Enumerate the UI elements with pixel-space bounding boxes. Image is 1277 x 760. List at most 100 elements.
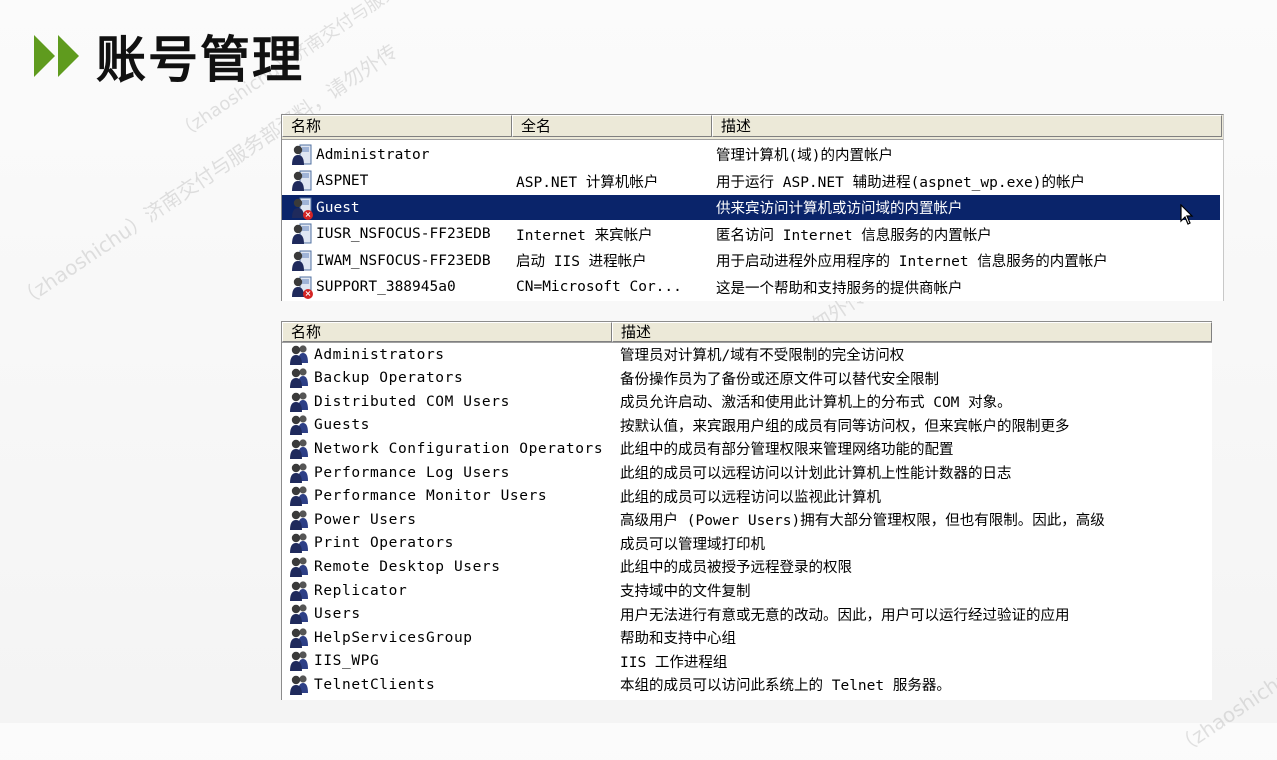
user-name-cell: Administrator bbox=[316, 146, 430, 163]
user-description-cell: 用于运行 ASP.NET 辅助进程(aspnet_wp.exe)的帐户 bbox=[716, 174, 1086, 191]
user-fullname-cell: Internet 来宾帐户 bbox=[516, 227, 653, 244]
group-name-cell: Performance Monitor Users bbox=[314, 488, 548, 505]
user-icon bbox=[290, 170, 312, 192]
group-name-cell: IIS_WPG bbox=[314, 653, 380, 670]
user-disabled-icon: × bbox=[290, 197, 313, 220]
column-header-description[interactable]: 描述 bbox=[612, 322, 1212, 342]
group-list-row[interactable]: IIS_WPG IIS 工作进程组 bbox=[282, 650, 1210, 673]
user-fullname-cell: 启动 IIS 进程帐户 bbox=[516, 254, 647, 270]
user-icon bbox=[290, 250, 312, 272]
group-name-cell: Performance Log Users bbox=[314, 464, 510, 481]
group-list-row[interactable]: HelpServicesGroup 帮助和支持中心组 bbox=[282, 626, 1210, 649]
groups-list-panel[interactable]: 名称 描述 Administrators 管理员对计算机/域有不受限制的完全访问权… bbox=[281, 321, 1212, 700]
user-name-cell: IUSR_NSFOCUS-FF23EDB bbox=[316, 226, 491, 242]
group-name-cell: Remote Desktop Users bbox=[314, 558, 501, 575]
user-description-cell: 管理计算机(域)的内置帐户 bbox=[716, 148, 893, 164]
group-list-row[interactable]: TelnetClients 本组的成员可以访问此系统上的 Telnet 服务器。 bbox=[282, 673, 1210, 696]
group-list-row[interactable]: Power Users 高级用户 (Power Users)拥有大部分管理权限，但… bbox=[282, 508, 1210, 531]
group-icon bbox=[288, 438, 310, 460]
group-name-cell: Backup Operators bbox=[314, 370, 464, 387]
group-list-row[interactable]: Backup Operators 备份操作员为了备份或还原文件可以替代安全限制 bbox=[282, 367, 1210, 390]
user-name-cell: Guest bbox=[316, 199, 360, 216]
group-icon bbox=[288, 414, 310, 436]
group-name-cell: Network Configuration Operators bbox=[314, 440, 604, 457]
group-description-cell: 此组中的成员被授予远程登录的权限 bbox=[620, 560, 852, 577]
group-list-row[interactable]: Replicator 支持域中的文件复制 bbox=[282, 579, 1210, 602]
user-name-cell: IWAM_NSFOCUS-FF23EDB bbox=[316, 252, 491, 269]
column-header-fullname[interactable]: 全名 bbox=[512, 115, 712, 137]
group-list-row[interactable]: Guests 按默认值，来宾跟用户组的成员有同等访问权，但来宾帐户的限制更多 bbox=[282, 414, 1210, 437]
group-name-cell: TelnetClients bbox=[314, 676, 436, 693]
group-description-cell: 支持域中的文件复制 bbox=[620, 584, 751, 600]
group-description-cell: 用户无法进行有意或无意的改动。因此，用户可以运行经过验证的应用 bbox=[620, 607, 1070, 624]
group-list-row[interactable]: Performance Monitor Users 此组的成员可以远程访问以监视此… bbox=[282, 485, 1210, 508]
group-list-row[interactable]: Performance Log Users 此组的成员可以远程访问以计划此计算机上… bbox=[282, 461, 1210, 484]
groups-list-header: 名称 描述 bbox=[282, 322, 1212, 343]
group-description-cell: 此组的成员可以远程访问以监视此计算机 bbox=[620, 489, 881, 506]
column-header-name[interactable]: 名称 bbox=[282, 322, 612, 342]
group-description-cell: IIS 工作进程组 bbox=[620, 654, 728, 671]
group-list-row[interactable]: Administrators 管理员对计算机/域有不受限制的完全访问权 bbox=[282, 343, 1210, 366]
user-description-cell: 匿名访问 Internet 信息服务的内置帐户 bbox=[716, 227, 992, 244]
group-description-cell: 此组的成员可以远程访问以计划此计算机上性能计数器的日志 bbox=[620, 466, 1012, 482]
group-name-cell: Users bbox=[314, 606, 361, 623]
user-disabled-icon: × bbox=[290, 276, 313, 299]
group-icon bbox=[288, 627, 310, 649]
group-icon bbox=[288, 509, 310, 531]
column-header-name[interactable]: 名称 bbox=[282, 115, 512, 137]
user-fullname-cell: CN=Microsoft Cor... bbox=[516, 279, 682, 295]
group-description-cell: 本组的成员可以访问此系统上的 Telnet 服务器。 bbox=[620, 678, 951, 695]
user-list-row[interactable]: × Guest 供来宾访问计算机或访问域的内置帐户 bbox=[282, 195, 1220, 220]
user-list-row[interactable]: IWAM_NSFOCUS-FF23EDB 启动 IIS 进程帐户 用于启动进程外应用… bbox=[282, 248, 1222, 273]
users-list-header: 名称 全名 描述 bbox=[282, 115, 1223, 140]
group-icon bbox=[288, 532, 310, 554]
group-icon bbox=[288, 556, 310, 578]
group-name-cell: Print Operators bbox=[314, 535, 454, 552]
group-list-row[interactable]: Print Operators 成员可以管理域打印机 bbox=[282, 532, 1210, 555]
group-icon bbox=[288, 391, 310, 413]
group-name-cell: Administrators bbox=[314, 346, 445, 363]
group-list-row[interactable]: Distributed COM Users 成员允许启动、激活和使用此计算机上的分… bbox=[282, 390, 1210, 413]
group-icon bbox=[288, 344, 310, 366]
user-fullname-cell: ASP.NET 计算机帐户 bbox=[516, 174, 659, 191]
group-icon bbox=[288, 674, 310, 696]
group-description-cell: 管理员对计算机/域有不受限制的完全访问权 bbox=[620, 348, 905, 364]
group-list-row[interactable]: Users 用户无法进行有意或无意的改动。因此，用户可以运行经过验证的应用 bbox=[282, 603, 1210, 626]
user-icon bbox=[290, 223, 312, 245]
group-icon bbox=[288, 580, 310, 602]
user-icon bbox=[290, 144, 312, 166]
user-description-cell: 用于启动进程外应用程序的 Internet 信息服务的内置帐户 bbox=[716, 254, 1108, 270]
user-list-row[interactable]: ASPNET ASP.NET 计算机帐户 用于运行 ASP.NET 辅助进程(asp… bbox=[282, 169, 1222, 194]
group-description-cell: 帮助和支持中心组 bbox=[620, 631, 736, 648]
group-icon bbox=[288, 485, 310, 507]
user-name-cell: SUPPORT_388945a0 bbox=[316, 279, 456, 295]
group-icon bbox=[288, 367, 310, 389]
column-header-description[interactable]: 描述 bbox=[712, 115, 1222, 137]
group-description-cell: 成员允许启动、激活和使用此计算机上的分布式 COM 对象。 bbox=[620, 395, 1012, 412]
mouse-cursor-icon bbox=[1180, 204, 1194, 225]
group-name-cell: Guests bbox=[314, 417, 370, 434]
group-icon bbox=[288, 650, 310, 672]
group-description-cell: 备份操作员为了备份或还原文件可以替代安全限制 bbox=[620, 371, 939, 388]
group-name-cell: HelpServicesGroup bbox=[314, 629, 473, 646]
slide-header: 账号管理 bbox=[34, 24, 304, 89]
user-list-row[interactable]: IUSR_NSFOCUS-FF23EDB Internet 来宾帐户 匿名访问 In… bbox=[282, 222, 1222, 247]
group-name-cell: Distributed COM Users bbox=[314, 393, 510, 410]
user-list-row[interactable]: Administrator 管理计算机(域)的内置帐户 bbox=[282, 142, 1222, 167]
slide-title: 账号管理 bbox=[96, 31, 304, 89]
group-description-cell: 成员可以管理域打印机 bbox=[620, 536, 765, 553]
user-name-cell: ASPNET bbox=[316, 173, 369, 189]
group-description-cell: 高级用户 (Power Users)拥有大部分管理权限，但也有限制。因此，高级 bbox=[620, 513, 1105, 530]
users-list-panel[interactable]: 名称 全名 描述 Administrator 管理计算机(域)的内置帐户 ASPNE… bbox=[281, 114, 1224, 301]
user-description-cell: 供来宾访问计算机或访问域的内置帐户 bbox=[716, 201, 963, 217]
group-name-cell: Power Users bbox=[314, 511, 417, 528]
group-icon bbox=[288, 603, 310, 625]
group-description-cell: 按默认值，来宾跟用户组的成员有同等访问权，但来宾帐户的限制更多 bbox=[620, 418, 1070, 435]
user-description-cell: 这是一个帮助和支持服务的提供商帐户 bbox=[716, 280, 963, 297]
user-list-row[interactable]: × SUPPORT_388945a0 CN=Microsoft Cor... 这是一个… bbox=[282, 275, 1222, 300]
group-icon bbox=[288, 462, 310, 484]
group-list-row[interactable]: Remote Desktop Users 此组中的成员被授予远程登录的权限 bbox=[282, 555, 1210, 578]
group-list-row[interactable]: Network Configuration Operators 此组中的成员有部分… bbox=[282, 437, 1210, 460]
double-arrow-icon bbox=[34, 35, 82, 77]
group-name-cell: Replicator bbox=[314, 582, 408, 599]
